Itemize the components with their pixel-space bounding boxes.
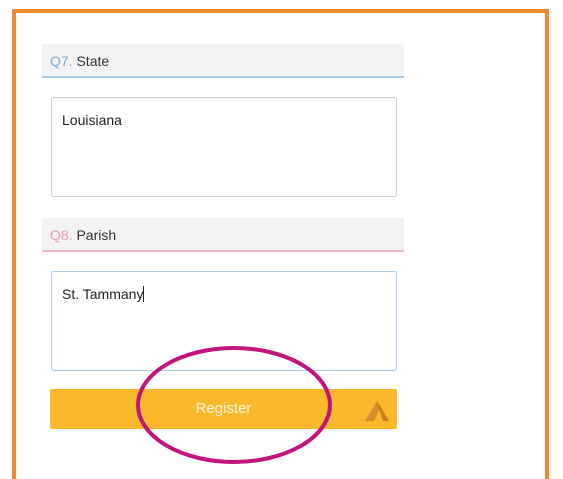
parish-input[interactable]: St. Tammany [51,271,397,371]
question-number-q7: Q7. [50,53,73,69]
arrow-up-icon [365,401,389,421]
question-number-q8: Q8. [50,227,73,243]
question-title-parish: Parish [76,227,117,243]
parish-input-value-word: Tammany [82,286,144,302]
question-header-parish: Q8. Parish [42,218,404,252]
state-input[interactable]: Louisiana [51,97,397,197]
register-button[interactable]: Register [50,389,397,429]
question-title-state: State [76,53,110,69]
register-button-label: Register [195,400,252,417]
state-input-value: Louisiana [62,112,122,128]
question-state-label: Q7. State [50,53,109,69]
question-header-state: Q7. State [42,44,404,78]
parish-input-value-prefix: St. [62,286,83,302]
text-cursor [143,286,145,302]
question-parish-label: Q8. Parish [50,227,116,243]
